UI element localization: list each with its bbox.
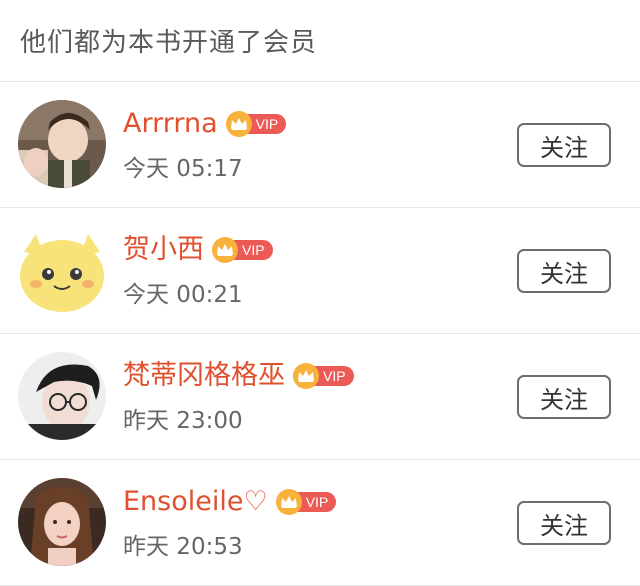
follow-button[interactable]: 关注: [517, 123, 611, 167]
member-name[interactable]: 贺小西: [123, 230, 204, 270]
name-line: 梵蒂冈格格巫 VIP: [123, 356, 354, 396]
vip-badge: VIP: [293, 363, 354, 389]
crown-icon: [275, 489, 302, 515]
avatar[interactable]: [18, 100, 106, 188]
member-name[interactable]: Arrrrna: [123, 104, 218, 144]
join-time: 今天 00:21: [123, 282, 243, 308]
member-name[interactable]: Ensoleile♡: [123, 482, 268, 522]
avatar[interactable]: [18, 352, 106, 440]
name-line: Arrrrna VIP: [123, 104, 287, 144]
member-name[interactable]: 梵蒂冈格格巫: [123, 356, 285, 396]
follow-button[interactable]: 关注: [517, 375, 611, 419]
list-item[interactable]: 贺小西 VIP 今天 00:21 关注: [0, 208, 640, 334]
name-line: 贺小西 VIP: [123, 230, 273, 270]
page-header: 他们都为本书开通了会员: [0, 0, 640, 82]
join-time: 昨天 23:00: [123, 408, 243, 434]
avatar-boy-glasses-icon: [18, 352, 106, 440]
crown-icon: [212, 237, 238, 263]
vip-badge: VIP: [275, 489, 337, 515]
join-time: 昨天 20:53: [123, 534, 243, 560]
vip-badge: VIP: [212, 237, 273, 263]
follow-button[interactable]: 关注: [517, 249, 611, 293]
member-list: Arrrrna VIP 今天 05:17 关注 贺小西 VIP 今天 00:21…: [0, 82, 640, 586]
list-item[interactable]: Arrrrna VIP 今天 05:17 关注: [0, 82, 640, 208]
page-title: 他们都为本书开通了会员: [20, 28, 318, 58]
join-time: 今天 05:17: [123, 156, 243, 182]
list-item[interactable]: 梵蒂冈格格巫 VIP 昨天 23:00 关注: [0, 334, 640, 460]
avatar[interactable]: [18, 226, 106, 314]
follow-button[interactable]: 关注: [517, 501, 611, 545]
avatar-girl-photo-icon: [18, 478, 106, 566]
avatar-yellow-cartoon-icon: [18, 226, 106, 314]
crown-icon: [293, 363, 319, 389]
vip-badge: VIP: [225, 111, 287, 137]
list-item[interactable]: Ensoleile♡ VIP 昨天 20:53 关注: [0, 460, 640, 586]
name-line: Ensoleile♡ VIP: [123, 482, 337, 522]
avatar-child-photo-icon: [18, 100, 106, 188]
crown-icon: [225, 111, 252, 137]
avatar[interactable]: [18, 478, 106, 566]
